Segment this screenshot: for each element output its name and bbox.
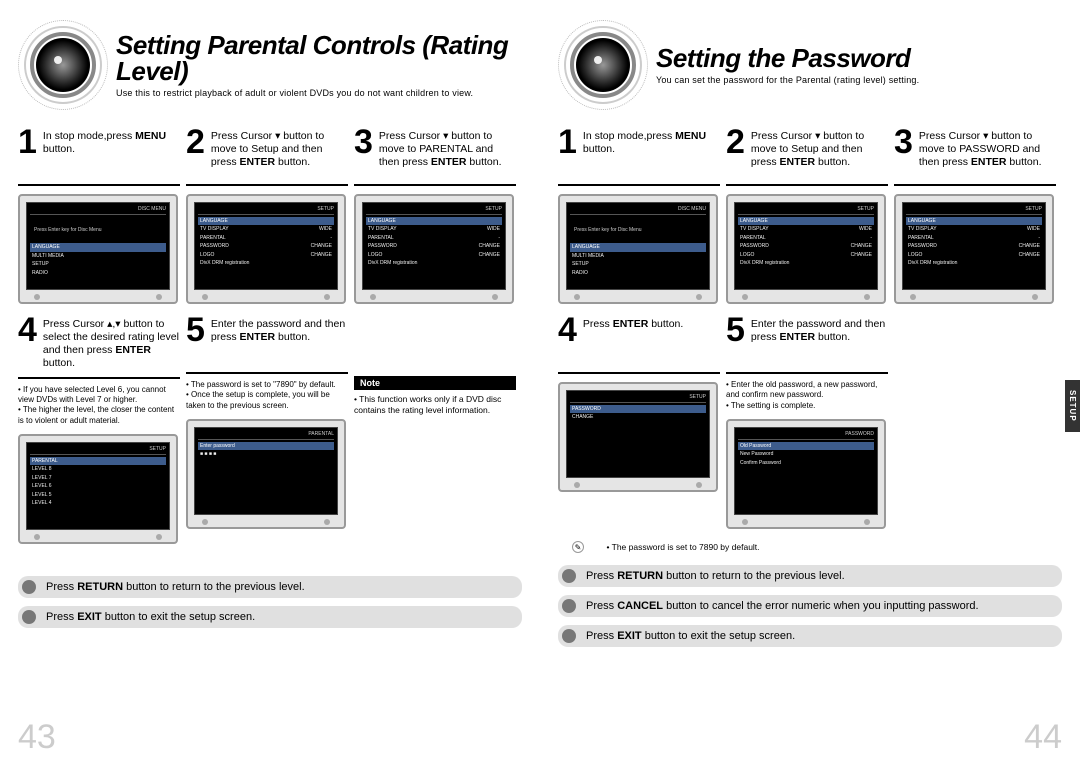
bullet-text: Press RETURN button to return to the pre… — [46, 581, 305, 593]
step-text: Enter the password and then press ENTER … — [211, 316, 348, 344]
step-text: Press Cursor ▾ button to move to Setup a… — [751, 128, 888, 169]
tv-screenshot: SETUP LANGUAGETV DISPLAYWIDEPARENTAL-PAS… — [354, 194, 514, 304]
step-2: 2 Press Cursor ▾ button to move to Setup… — [726, 128, 888, 304]
step-notes: If you have selected Level 6, you cannot… — [18, 385, 180, 427]
page-number: 43 — [18, 718, 56, 757]
step-5: 5 Enter the password and then press ENTE… — [186, 316, 348, 544]
footer-bullets: Press RETURN button to return to the pre… — [18, 576, 522, 628]
step-text: Enter the password and then press ENTER … — [751, 316, 888, 344]
bullet-icon — [562, 569, 576, 583]
tv-screenshot: PARENTAL Enter password■ ■ ■ ■ — [186, 419, 346, 529]
note-column: Note • This function works only if a DVD… — [354, 316, 516, 544]
bullet-icon — [562, 629, 576, 643]
step-number: 3 — [894, 128, 913, 157]
step-1: 1 In stop mode,press MENU button. DISC M… — [558, 128, 720, 304]
title-row: Setting Parental Controls (Rating Level)… — [18, 20, 522, 110]
step-number: 4 — [558, 316, 577, 345]
step-text: Press Cursor ▾ button to move to PARENTA… — [379, 128, 516, 169]
step-notes: Enter the old password, a new password, … — [726, 380, 888, 411]
page-number: 44 — [1024, 718, 1062, 757]
bullet-text: Press RETURN button to return to the pre… — [586, 570, 845, 582]
step-number: 4 — [18, 316, 37, 345]
speaker-icon — [18, 20, 108, 110]
footnote: • The password is set to 7890 by default… — [606, 542, 759, 552]
footer-hint: Press RETURN button to return to the pre… — [558, 565, 1062, 587]
tv-screenshot: PASSWORD Old PasswordNew PasswordConfirm… — [726, 419, 886, 529]
bullet-icon — [562, 599, 576, 613]
footer-hint: Press CANCEL button to cancel the error … — [558, 595, 1062, 617]
step-text: In stop mode,press MENU button. — [583, 128, 720, 156]
footer-hint: Press EXIT button to exit the setup scre… — [18, 606, 522, 628]
tv-screenshot: SETUP LANGUAGETV DISPLAYWIDEPARENTAL-PAS… — [894, 194, 1054, 304]
bullet-icon — [22, 610, 36, 624]
step-1: 1 In stop mode,press MENU button. DISC M… — [18, 128, 180, 304]
tv-screenshot: DISC MENU Press Enter key for Disc MenuL… — [18, 194, 178, 304]
note-label: Note — [354, 376, 516, 390]
step-5: 5 Enter the password and then press ENTE… — [726, 316, 888, 529]
step-text: Press Cursor ▾ button to move to PASSWOR… — [919, 128, 1056, 169]
tv-screenshot: DISC MENU Press Enter key for Disc MenuL… — [558, 194, 718, 304]
page-title: Setting the Password — [656, 45, 1062, 71]
page-44: Setting the Password You can set the pas… — [540, 0, 1080, 763]
bullet-icon — [22, 580, 36, 594]
tv-screenshot: SETUP LANGUAGETV DISPLAYWIDEPARENTAL-PAS… — [726, 194, 886, 304]
step-text: Press Cursor ▴,▾ button to select the de… — [43, 316, 180, 371]
step-notes: The password is set to "7890" by default… — [186, 380, 348, 411]
page-43: Setting Parental Controls (Rating Level)… — [0, 0, 540, 763]
bullet-text: Press EXIT button to exit the setup scre… — [46, 611, 255, 623]
step-number: 5 — [186, 316, 205, 345]
steps-grid: 1 In stop mode,press MENU button. DISC M… — [18, 128, 522, 544]
tv-screenshot: SETUP PARENTALLEVEL 8LEVEL 7LEVEL 6LEVEL… — [18, 434, 178, 544]
side-tab-setup: SETUP — [1065, 380, 1080, 432]
bullet-text: Press EXIT button to exit the setup scre… — [586, 630, 795, 642]
note-body: • This function works only if a DVD disc… — [354, 394, 516, 416]
tv-screenshot: SETUP PASSWORDCHANGE — [558, 382, 718, 492]
footer-hint: Press RETURN button to return to the pre… — [18, 576, 522, 598]
note-icon: ✎ — [572, 541, 584, 553]
step-3: 3 Press Cursor ▾ button to move to PASSW… — [894, 128, 1056, 304]
step-number: 3 — [354, 128, 373, 157]
footer-hint: Press EXIT button to exit the setup scre… — [558, 625, 1062, 647]
step-2: 2 Press Cursor ▾ button to move to Setup… — [186, 128, 348, 304]
step-text: In stop mode,press MENU button. — [43, 128, 180, 156]
speaker-icon — [558, 20, 648, 110]
step-number: 2 — [726, 128, 745, 157]
footer-bullets: Press RETURN button to return to the pre… — [558, 565, 1062, 647]
page-title: Setting Parental Controls (Rating Level) — [116, 32, 522, 84]
page-subtitle: Use this to restrict playback of adult o… — [116, 88, 522, 98]
page-subtitle: You can set the password for the Parenta… — [656, 75, 1062, 85]
title-row: Setting the Password You can set the pas… — [558, 20, 1062, 110]
tv-screenshot: SETUP LANGUAGETV DISPLAYWIDEPARENTAL-PAS… — [186, 194, 346, 304]
steps-grid: 1 In stop mode,press MENU button. DISC M… — [558, 128, 1062, 529]
step-4: 4 Press Cursor ▴,▾ button to select the … — [18, 316, 180, 544]
bullet-text: Press CANCEL button to cancel the error … — [586, 600, 979, 612]
footnote-row: ✎ • The password is set to 7890 by defau… — [572, 537, 1062, 555]
step-number: 1 — [558, 128, 577, 157]
step-text: Press Cursor ▾ button to move to Setup a… — [211, 128, 348, 169]
step-number: 5 — [726, 316, 745, 345]
step-4: 4 Press ENTER button. SETUP PASSWORDCHAN… — [558, 316, 720, 529]
step-text: Press ENTER button. — [583, 316, 683, 331]
step-3: 3 Press Cursor ▾ button to move to PAREN… — [354, 128, 516, 304]
blank-column — [894, 316, 1056, 529]
step-number: 2 — [186, 128, 205, 157]
step-number: 1 — [18, 128, 37, 157]
